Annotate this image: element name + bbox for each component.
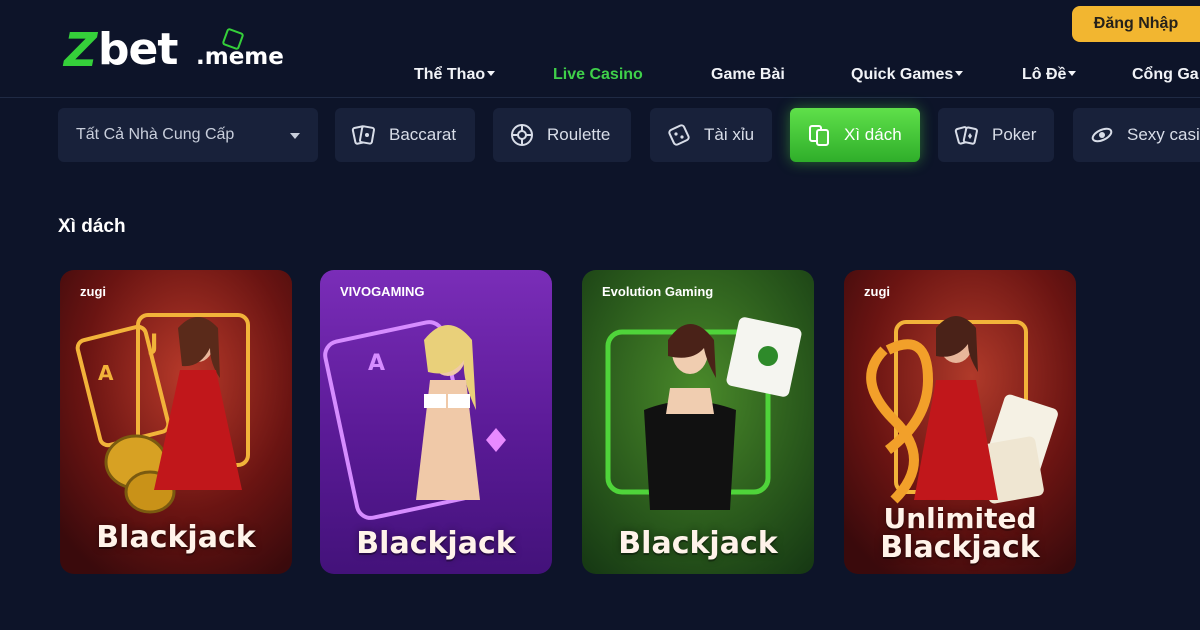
provider-logo: Evolution Gaming: [602, 284, 714, 299]
cards-icon: [809, 125, 829, 146]
provider-logo: VIVOGAMING: [340, 284, 425, 299]
chevron-down-icon: [290, 133, 300, 139]
login-button[interactable]: Đăng Nhập: [1072, 6, 1200, 42]
game-card-zugi-unlimited-blackjack[interactable]: zugi Unlimited Blackjack: [844, 270, 1076, 574]
caret-down-icon: [955, 70, 964, 76]
nav-item-the-thao[interactable]: Thể Thao: [414, 62, 496, 88]
svg-text:A: A: [368, 351, 385, 376]
svg-text:A: A: [98, 361, 114, 385]
chip-tai-xiu[interactable]: Tài xỉu: [650, 108, 772, 162]
chip-label: Poker: [992, 125, 1037, 144]
nav-label: Lô Đề: [1022, 66, 1067, 83]
provider-logo: zugi: [864, 284, 890, 299]
nav-item-cong-game[interactable]: Cổng Ga: [1132, 62, 1199, 88]
caret-down-icon: [487, 70, 496, 76]
svg-text:J: J: [148, 331, 158, 356]
provider-logo: zugi: [80, 284, 106, 299]
roulette-icon: [511, 124, 533, 146]
main-nav: Thể Thao Live Casino Game Bài Quick Game…: [0, 62, 1200, 88]
nav-label: Live Casino: [553, 66, 643, 83]
chip-label: Tài xỉu: [704, 125, 755, 144]
chip-baccarat[interactable]: Baccarat: [335, 108, 475, 162]
chip-poker[interactable]: Poker: [938, 108, 1054, 162]
nav-label: Cổng Ga: [1132, 66, 1199, 83]
nav-item-live-casino[interactable]: Live Casino: [553, 62, 643, 88]
baccarat-icon: [351, 125, 375, 145]
chip-sexy-casino[interactable]: Sexy casi: [1073, 108, 1200, 162]
sexy-casino-icon: [1091, 127, 1113, 143]
chip-roulette[interactable]: Roulette: [493, 108, 631, 162]
nav-item-lo-de[interactable]: Lô Đề: [1022, 62, 1077, 88]
provider-select-value: Tất Cả Nhà Cung Cấp: [76, 126, 235, 143]
provider-select[interactable]: Tất Cả Nhà Cung Cấp: [58, 108, 318, 162]
game-card-evolution-blackjack[interactable]: Evolution Gaming Blackjack: [582, 270, 814, 574]
poker-icon: [954, 126, 978, 145]
game-title: Blackjack: [96, 520, 256, 555]
chip-label: Xì dách: [844, 125, 902, 144]
caret-down-icon: [1068, 70, 1077, 76]
game-card-vivo-blackjack[interactable]: A VIVOGAMING Blackjack: [320, 270, 552, 574]
nav-label: Thể Thao: [414, 66, 486, 83]
section-title: Xì dách: [58, 216, 126, 237]
site-header: Z bet .meme Đăng Nhập Thể Thao Live Casi…: [0, 0, 1200, 98]
category-filter-bar: Tất Cả Nhà Cung Cấp Baccarat Roulette Tà…: [0, 108, 1200, 162]
chip-label: Roulette: [547, 125, 611, 144]
game-title: Blackjack: [356, 526, 516, 561]
game-title: Blackjack: [618, 526, 778, 561]
nav-label: Game Bài: [711, 66, 785, 83]
nav-item-game-bai[interactable]: Game Bài: [711, 62, 785, 88]
chip-xi-dach[interactable]: Xì dách: [790, 108, 920, 162]
dice-icon: [668, 124, 690, 146]
chip-label: Baccarat: [389, 125, 457, 144]
game-title: Blackjack: [880, 530, 1040, 565]
chip-label: Sexy casi: [1127, 125, 1200, 144]
nav-label: Quick Games: [851, 66, 954, 83]
game-card-zugi-blackjack[interactable]: A J zugi Blackjack: [60, 270, 292, 574]
nav-item-quick-games[interactable]: Quick Games: [851, 62, 964, 88]
